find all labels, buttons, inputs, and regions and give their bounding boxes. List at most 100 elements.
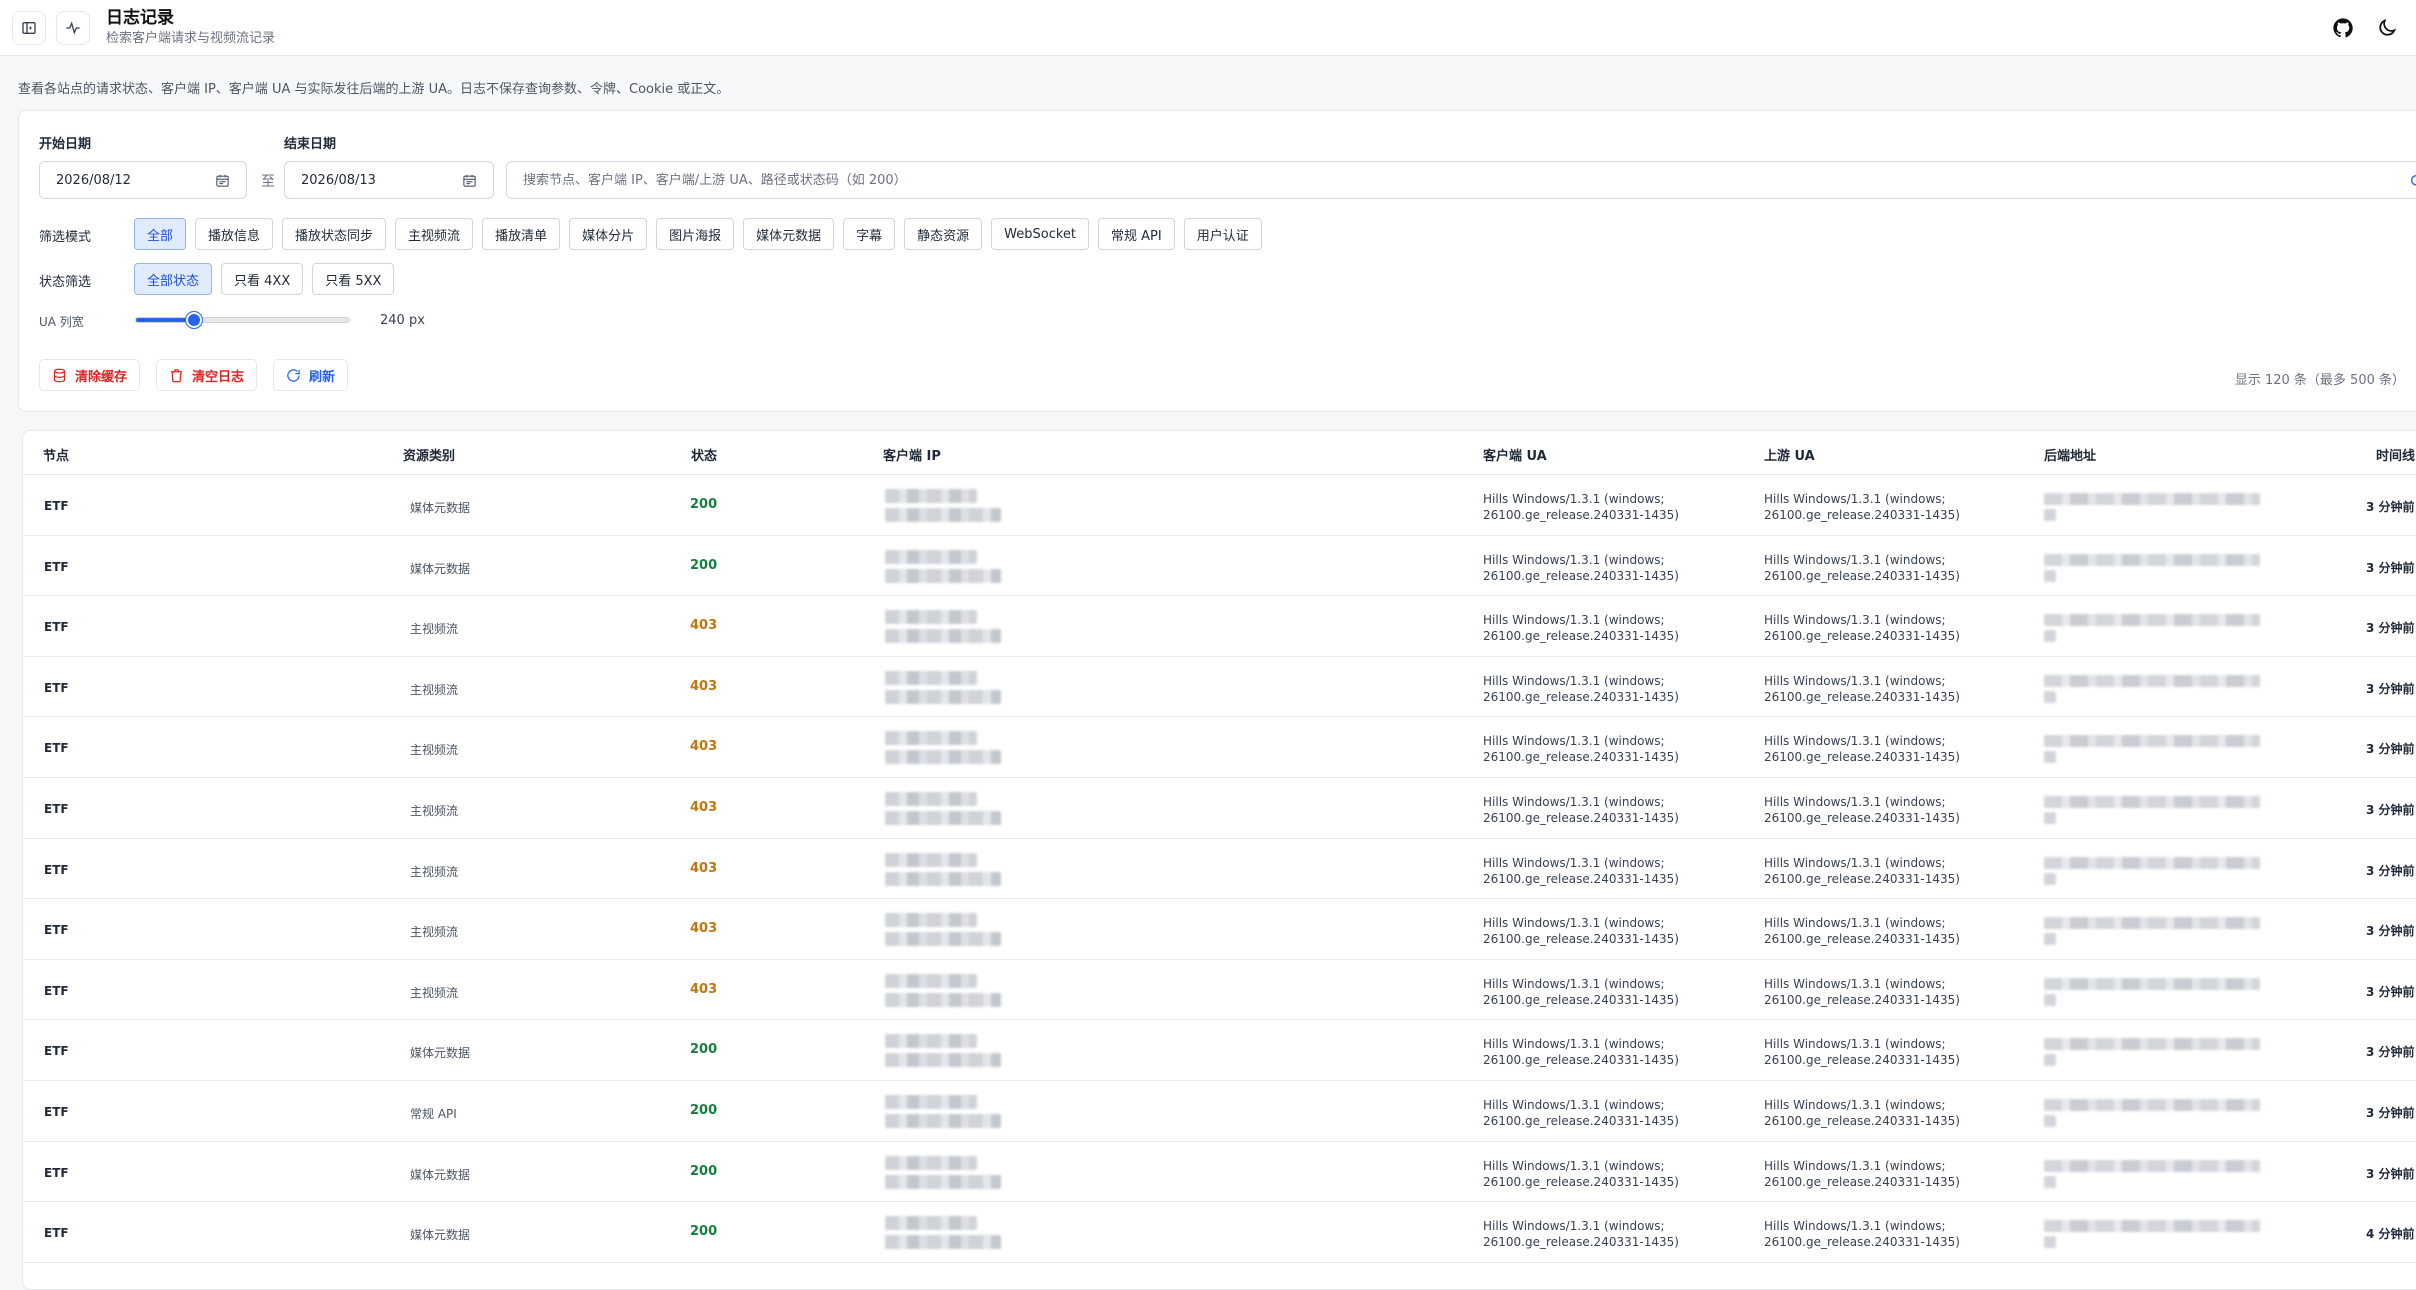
log-table: 节点 资源类别 状态 客户端 IP 客户端 UA 上游 UA 后端地址 时间线 …	[22, 430, 2416, 1290]
table-row[interactable]: ETF 主视频流 403 Hills Windows/1.3.1 (windows; 2…	[23, 596, 2416, 657]
ua-line: Hills Windows/1.3.1 (windows;	[1483, 552, 1665, 567]
col-client-ua: 客户端 UA	[1483, 449, 1547, 464]
ua-line: Hills Windows/1.3.1 (windows;	[1764, 734, 1946, 749]
table-row[interactable]: ETF 主视频流 403 Hills Windows/1.3.1 (windows; 2…	[23, 960, 2416, 1021]
cell-resource-type: 主视频流	[410, 743, 459, 758]
cell-time: 3 分钟前	[2366, 681, 2415, 696]
cell-client-ip-redacted	[883, 729, 1033, 767]
mode-chip-static-assets[interactable]: 静态资源	[904, 218, 983, 250]
ua-line: 26100.ge_release.240331-1435)	[1764, 750, 1960, 765]
table-row[interactable]: ETF 主视频流 403 Hills Windows/1.3.1 (windows; 2…	[23, 657, 2416, 718]
start-date-input[interactable]: 2026/08/12	[39, 161, 247, 199]
col-status: 状态	[691, 449, 718, 464]
cell-time: 3 分钟前	[2366, 621, 2415, 636]
search-icon[interactable]	[2409, 173, 2416, 189]
end-date-label: 结束日期	[284, 137, 337, 152]
github-icon[interactable]	[2332, 17, 2354, 39]
ua-width-slider-thumb[interactable]	[185, 312, 202, 328]
sidebar-toggle-button[interactable]	[12, 10, 46, 45]
mode-chip-media-metadata[interactable]: 媒体元数据	[743, 218, 835, 250]
ua-line: 26100.ge_release.240331-1435)	[1764, 1235, 1960, 1250]
status-filter-label: 状态筛选	[39, 275, 92, 290]
table-row[interactable]: ETF 媒体元数据 200 Hills Windows/1.3.1 (windows;…	[23, 1202, 2416, 1263]
table-row[interactable]: ETF 媒体元数据 200 Hills Windows/1.3.1 (windows;…	[23, 1020, 2416, 1081]
cell-node: ETF	[44, 1104, 69, 1119]
clear-cache-button[interactable]: 清除缓存	[39, 359, 141, 391]
ua-line: 26100.ge_release.240331-1435)	[1764, 689, 1960, 704]
search-input[interactable]	[523, 172, 2416, 188]
status-chip-5xx[interactable]: 只看 5XX	[312, 263, 395, 295]
mode-chip-subtitles[interactable]: 字幕	[843, 218, 896, 250]
page-heading: 日志记录 检索客户端请求与视频流记录	[106, 8, 275, 48]
activity-icon	[66, 20, 80, 35]
status-chip-all[interactable]: 全部状态	[134, 263, 213, 295]
calendar-icon	[216, 174, 229, 187]
cell-client-ip-redacted	[883, 1214, 1033, 1252]
ua-line: Hills Windows/1.3.1 (windows;	[1483, 734, 1665, 749]
start-date-value: 2026/08/12	[56, 172, 131, 188]
cell-backend-redacted	[2044, 612, 2264, 644]
cell-status: 200	[690, 1163, 718, 1179]
cell-status: 403	[690, 981, 718, 997]
ua-line: Hills Windows/1.3.1 (windows;	[1764, 613, 1946, 628]
cell-upstream-ua: Hills Windows/1.3.1 (windows; 26100.ge_re…	[1764, 1097, 2004, 1129]
ua-line: 26100.ge_release.240331-1435)	[1483, 1113, 1679, 1128]
clear-logs-button[interactable]: 清空日志	[156, 359, 258, 391]
cell-node: ETF	[44, 1226, 69, 1241]
mode-chip-playback-info[interactable]: 播放信息	[195, 218, 274, 250]
table-row[interactable]: ETF 主视频流 403 Hills Windows/1.3.1 (windows; 2…	[23, 839, 2416, 900]
cell-client-ip-redacted	[883, 548, 1033, 586]
ua-line: 26100.ge_release.240331-1435)	[1764, 810, 1960, 825]
cell-client-ip-redacted	[883, 851, 1033, 889]
cell-client-ua: Hills Windows/1.3.1 (windows; 26100.ge_re…	[1483, 491, 1723, 523]
calendar-icon	[463, 174, 476, 187]
cell-node: ETF	[44, 741, 69, 756]
ua-line: 26100.ge_release.240331-1435)	[1483, 1235, 1679, 1250]
end-date-input[interactable]: 2026/08/13	[284, 161, 494, 199]
cell-client-ip-redacted	[883, 1032, 1033, 1070]
cell-resource-type: 主视频流	[410, 985, 459, 1000]
table-row[interactable]: ETF 媒体元数据 200 Hills Windows/1.3.1 (windows;…	[23, 475, 2416, 536]
mode-chip-user-auth[interactable]: 用户认证	[1183, 218, 1262, 250]
cell-resource-type: 主视频流	[410, 803, 459, 818]
mode-chip-all[interactable]: 全部	[134, 218, 187, 250]
cell-upstream-ua: Hills Windows/1.3.1 (windows; 26100.ge_re…	[1764, 552, 2004, 584]
activity-button[interactable]	[56, 10, 90, 45]
col-resource-type: 资源类别	[403, 449, 456, 464]
mode-chip-general-api[interactable]: 常规 API	[1098, 218, 1175, 250]
ua-line: 26100.ge_release.240331-1435)	[1764, 932, 1960, 947]
ua-line: 26100.ge_release.240331-1435)	[1764, 1053, 1960, 1068]
mode-chip-media-segments[interactable]: 媒体分片	[569, 218, 648, 250]
cell-time: 3 分钟前	[2366, 802, 2415, 817]
moon-icon[interactable]	[2376, 17, 2398, 39]
ua-line: 26100.ge_release.240331-1435)	[1483, 810, 1679, 825]
table-row[interactable]: ETF 主视频流 403 Hills Windows/1.3.1 (windows; 2…	[23, 717, 2416, 778]
status-chip-4xx[interactable]: 只看 4XX	[221, 263, 304, 295]
table-row[interactable]: ETF 常规 API 200 Hills Windows/1.3.1 (windows…	[23, 1081, 2416, 1142]
cell-backend-redacted	[2044, 1158, 2264, 1190]
cell-resource-type: 媒体元数据	[410, 1167, 471, 1182]
table-row[interactable]: ETF 主视频流 403 Hills Windows/1.3.1 (windows; 2…	[23, 778, 2416, 839]
trash-icon	[170, 368, 183, 382]
cell-time: 3 分钟前	[2366, 560, 2415, 575]
ua-line: Hills Windows/1.3.1 (windows;	[1483, 916, 1665, 931]
mode-chip-main-stream[interactable]: 主视频流	[395, 218, 474, 250]
database-icon	[53, 368, 66, 382]
cell-status: 200	[690, 557, 718, 573]
cell-resource-type: 媒体元数据	[410, 1046, 471, 1061]
refresh-button[interactable]: 刷新	[273, 359, 349, 391]
cell-time: 4 分钟前	[2366, 1227, 2415, 1242]
ua-line: Hills Windows/1.3.1 (windows;	[1483, 855, 1665, 870]
cell-time: 3 分钟前	[2366, 924, 2415, 939]
mode-chip-websocket[interactable]: WebSocket	[991, 218, 1090, 250]
cell-client-ip-redacted	[883, 487, 1033, 525]
table-row[interactable]: ETF 媒体元数据 200 Hills Windows/1.3.1 (windows;…	[23, 536, 2416, 597]
mode-chip-playlist[interactable]: 播放清单	[482, 218, 561, 250]
ua-width-slider[interactable]	[135, 312, 350, 328]
mode-chip-poster-images[interactable]: 图片海报	[656, 218, 735, 250]
table-row[interactable]: ETF 主视频流 403 Hills Windows/1.3.1 (windows; 2…	[23, 899, 2416, 960]
cell-node: ETF	[44, 620, 69, 635]
page-subtitle: 检索客户端请求与视频流记录	[106, 31, 276, 46]
mode-chip-playback-sync[interactable]: 播放状态同步	[282, 218, 387, 250]
table-row[interactable]: ETF 媒体元数据 200 Hills Windows/1.3.1 (windows;…	[23, 1142, 2416, 1203]
